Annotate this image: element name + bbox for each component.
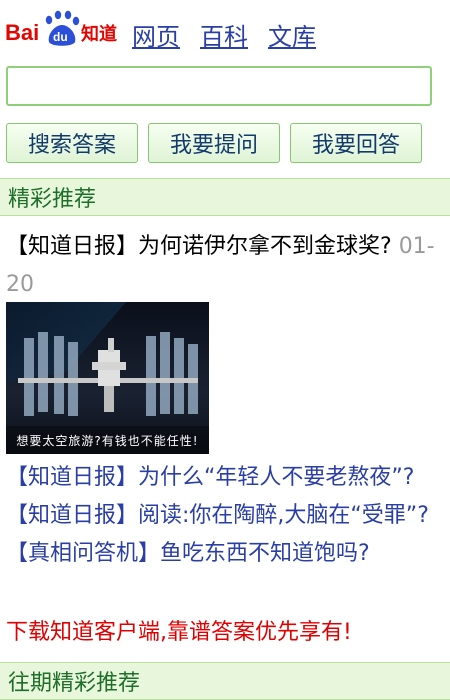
answer-question-button[interactable]: 我要回答 bbox=[290, 123, 422, 163]
article-link[interactable]: 【知道日报】为什么“年轻人不要老熬夜”? bbox=[6, 462, 444, 494]
action-buttons: 搜索答案 我要提问 我要回答 bbox=[6, 123, 422, 163]
article-link[interactable]: 【知道日报】阅读:你在陶醉,大脑在“受罪”? bbox=[6, 500, 444, 532]
top-nav: 网页 百科 文库 bbox=[132, 22, 316, 52]
search-answer-button[interactable]: 搜索答案 bbox=[6, 123, 138, 163]
svg-text:知道: 知道 bbox=[81, 23, 117, 45]
section-past-featured: 往期精彩推荐 bbox=[0, 662, 450, 700]
svg-text:du: du bbox=[53, 30, 68, 44]
download-app-promo[interactable]: 下载知道客户端,靠谱答案优先享有! bbox=[6, 614, 352, 646]
baidu-zhidao-logo[interactable]: Bai du 知道 bbox=[5, 8, 117, 48]
nav-web[interactable]: 网页 bbox=[132, 22, 180, 52]
headline-title[interactable]: 【知道日报】为何诺伊尔拿不到金球奖? bbox=[6, 234, 392, 259]
feature-image[interactable]: 想要太空旅游?有钱也不能任性! bbox=[6, 302, 209, 454]
article-links: 【知道日报】为什么“年轻人不要老熬夜”? 【知道日报】阅读:你在陶醉,大脑在“受… bbox=[6, 462, 444, 576]
ask-question-button[interactable]: 我要提问 bbox=[148, 123, 280, 163]
nav-baike[interactable]: 百科 bbox=[200, 22, 248, 52]
header: Bai du 知道 网页 百科 文库 bbox=[0, 0, 450, 60]
image-caption: 想要太空旅游?有钱也不能任性! bbox=[16, 434, 199, 448]
nav-wenku[interactable]: 文库 bbox=[268, 22, 316, 52]
search-input[interactable] bbox=[6, 66, 432, 106]
article-link[interactable]: 【真相问答机】鱼吃东西不知道饱吗? bbox=[6, 538, 444, 570]
section-featured: 精彩推荐 bbox=[0, 178, 450, 216]
svg-text:Bai: Bai bbox=[5, 20, 39, 45]
headline-item[interactable]: 【知道日报】为何诺伊尔拿不到金球奖? 01-20 bbox=[6, 228, 442, 304]
